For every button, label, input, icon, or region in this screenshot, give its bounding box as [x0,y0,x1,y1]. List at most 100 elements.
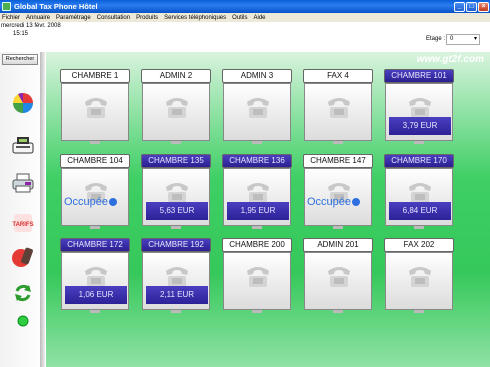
tarifs-label: TARIFS [12,222,33,228]
telephone-icon [163,94,191,120]
room-panel [142,83,210,141]
room-tile[interactable]: CHAMBRE 101 3,79 EUR [384,69,454,145]
tile-foot [414,226,424,229]
statistics-pie-icon[interactable] [10,90,36,116]
maximize-button[interactable]: □ [466,1,477,12]
telephone-icon [244,263,272,289]
occupied-label: Occupée [307,196,352,208]
room-panel [385,252,453,310]
search-button[interactable]: Rechercher [2,54,38,65]
room-tile[interactable]: FAX 4 [303,69,373,145]
room-name: CHAMBRE 170 [384,154,454,168]
menu-parametrage[interactable]: Paramétrage [56,15,91,21]
tile-foot [171,141,181,144]
tile-foot [333,226,343,229]
current-date: mercredi 13 févr. 2008 [1,23,61,29]
room-name: ADMIN 2 [141,69,211,83]
tile-foot [90,141,100,144]
telephone-icon [406,263,434,289]
room-tile[interactable]: CHAMBRE 170 6,84 EUR [384,154,454,230]
room-panel: 3,79 EUR [385,83,453,141]
tile-foot [171,310,181,313]
panel-divider [40,52,45,367]
etage-label: Etage : [426,36,446,42]
room-tile[interactable]: CHAMBRE 136 1,95 EUR [222,154,292,230]
occupied-status: Occupée [64,196,128,208]
room-tile[interactable]: CHAMBRE 104 Occupée [60,154,130,230]
room-name: CHAMBRE 1 [60,69,130,83]
tile-foot [333,141,343,144]
mobile-phone-icon[interactable] [10,244,36,270]
etage-value: 0 [450,36,454,42]
room-panel [223,252,291,310]
room-name: CHAMBRE 147 [303,154,373,168]
tile-foot [252,226,262,229]
tile-foot [414,310,424,313]
room-name: ADMIN 3 [222,69,292,83]
room-name: CHAMBRE 172 [60,238,130,252]
room-name: FAX 4 [303,69,373,83]
left-toolbar: Rechercher TARIFS [0,52,46,367]
room-tile[interactable]: CHAMBRE 200 [222,238,292,314]
telephone-icon [325,94,353,120]
menu-aide[interactable]: Aide [254,15,266,21]
menu-services[interactable]: Services téléphoniques [164,15,226,21]
tile-foot [171,226,181,229]
occupied-icon [109,198,118,207]
room-name: CHAMBRE 136 [222,154,292,168]
room-name: CHAMBRE 104 [60,154,130,168]
room-panel: Occupée [304,168,372,226]
room-tile[interactable]: CHAMBRE 172 1,06 EUR [60,238,130,314]
status-indicator-icon [10,308,36,334]
menu-produits[interactable]: Produits [136,15,158,21]
room-tile[interactable]: CHAMBRE 1 [60,69,130,145]
occupied-label: Occupée [64,196,109,208]
room-tile[interactable]: CHAMBRE 135 5,63 EUR [141,154,211,230]
title-bar: Global Tax Phone Hôtel _ □ × [0,0,490,13]
room-panel: Occupée [61,168,129,226]
room-tile[interactable]: ADMIN 3 [222,69,292,145]
room-tile[interactable]: ADMIN 201 [303,238,373,314]
menu-fichier[interactable]: Fichier [2,15,20,21]
menu-outils[interactable]: Outils [232,15,247,21]
cash-register-icon[interactable] [10,132,36,158]
close-button[interactable]: × [478,1,489,12]
minimize-button[interactable]: _ [454,1,465,12]
room-tile[interactable]: ADMIN 2 [141,69,211,145]
room-panel [304,83,372,141]
site-url: www.gt2f.com [416,54,484,65]
room-tile[interactable]: CHAMBRE 147 Occupée [303,154,373,230]
call-amount: 3,79 EUR [389,117,451,135]
room-panel: 1,95 EUR [223,168,291,226]
menu-consultation[interactable]: Consultation [97,15,130,21]
app-icon [2,2,11,11]
call-amount: 5,63 EUR [146,202,208,220]
call-amount: 2,11 EUR [146,286,208,304]
occupied-icon [352,198,361,207]
tile-foot [90,226,100,229]
room-name: CHAMBRE 192 [141,238,211,252]
menu-bar: Fichier Annuaire Paramétrage Consultatio… [0,13,490,22]
room-panel [304,252,372,310]
room-name: CHAMBRE 135 [141,154,211,168]
rooms-board: www.gt2f.com CHAMBRE 1 ADMIN 2 ADMIN 3 FAX … [46,52,490,367]
room-tile[interactable]: CHAMBRE 192 2,11 EUR [141,238,211,314]
room-name: CHAMBRE 101 [384,69,454,83]
room-panel: 5,63 EUR [142,168,210,226]
refresh-icon[interactable] [10,280,36,306]
room-tile[interactable]: FAX 202 [384,238,454,314]
call-amount: 1,06 EUR [65,286,127,304]
tile-foot [252,310,262,313]
printer-icon[interactable] [10,170,36,196]
room-panel: 1,06 EUR [61,252,129,310]
etage-select[interactable]: 0 ▾ [446,34,480,45]
menu-annuaire[interactable]: Annuaire [26,15,50,21]
info-strip: mercredi 13 févr. 2008 15:15 Etage : 0 ▾ [0,22,490,52]
telephone-icon [244,94,272,120]
occupied-status: Occupée [307,196,371,208]
telephone-icon [325,263,353,289]
chevron-down-icon: ▾ [473,36,477,42]
tile-foot [90,310,100,313]
tarifs-icon[interactable]: TARIFS [10,210,36,236]
tile-foot [414,141,424,144]
